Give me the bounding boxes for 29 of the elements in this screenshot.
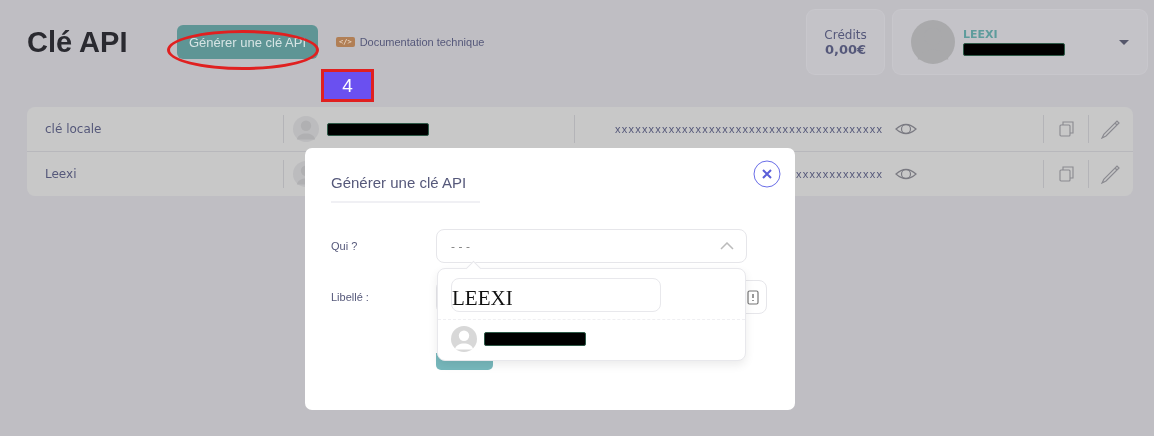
modal-title: Générer une clé API: [331, 174, 480, 203]
pencil-icon[interactable]: [1101, 164, 1121, 184]
account-name: LEEXI: [963, 28, 999, 41]
step-badge: 4: [321, 69, 374, 102]
select-field[interactable]: - - -: [436, 229, 747, 263]
page-title: Clé API: [27, 25, 129, 59]
eye-icon[interactable]: [895, 121, 918, 137]
key-value: xxxxxxxxxxxxxxxxxxxxxxxxxxxxxxxxxxxxxxxx: [615, 123, 884, 135]
avatar-icon: [911, 20, 955, 64]
documentation-link[interactable]: Documentation technique: [359, 36, 485, 48]
eye-icon[interactable]: [895, 166, 918, 182]
avatar-icon: [451, 325, 477, 352]
chevron-icon[interactable]: [720, 242, 734, 250]
copy-icon[interactable]: [1058, 121, 1074, 137]
pencil-icon[interactable]: [1101, 119, 1121, 139]
avatar-icon: [292, 116, 319, 142]
credits-value: 0,00€: [824, 41, 867, 57]
select-value: - - -: [451, 239, 470, 253]
key-name: clé locale: [27, 115, 284, 143]
search-field[interactable]: LEEXI: [451, 278, 661, 312]
copy-icon[interactable]: [1058, 166, 1074, 182]
field-label: Qui ?: [331, 240, 359, 252]
caret-icon[interactable]: [1119, 39, 1129, 45]
info-icon: [747, 289, 759, 305]
key-value: xxxxxxxxxxxxx: [796, 168, 884, 180]
close-icon[interactable]: [753, 160, 781, 188]
key-name: Leexi: [27, 160, 284, 188]
credits-label: Crédits: [824, 27, 867, 42]
field-label: Libellé :: [331, 291, 370, 303]
